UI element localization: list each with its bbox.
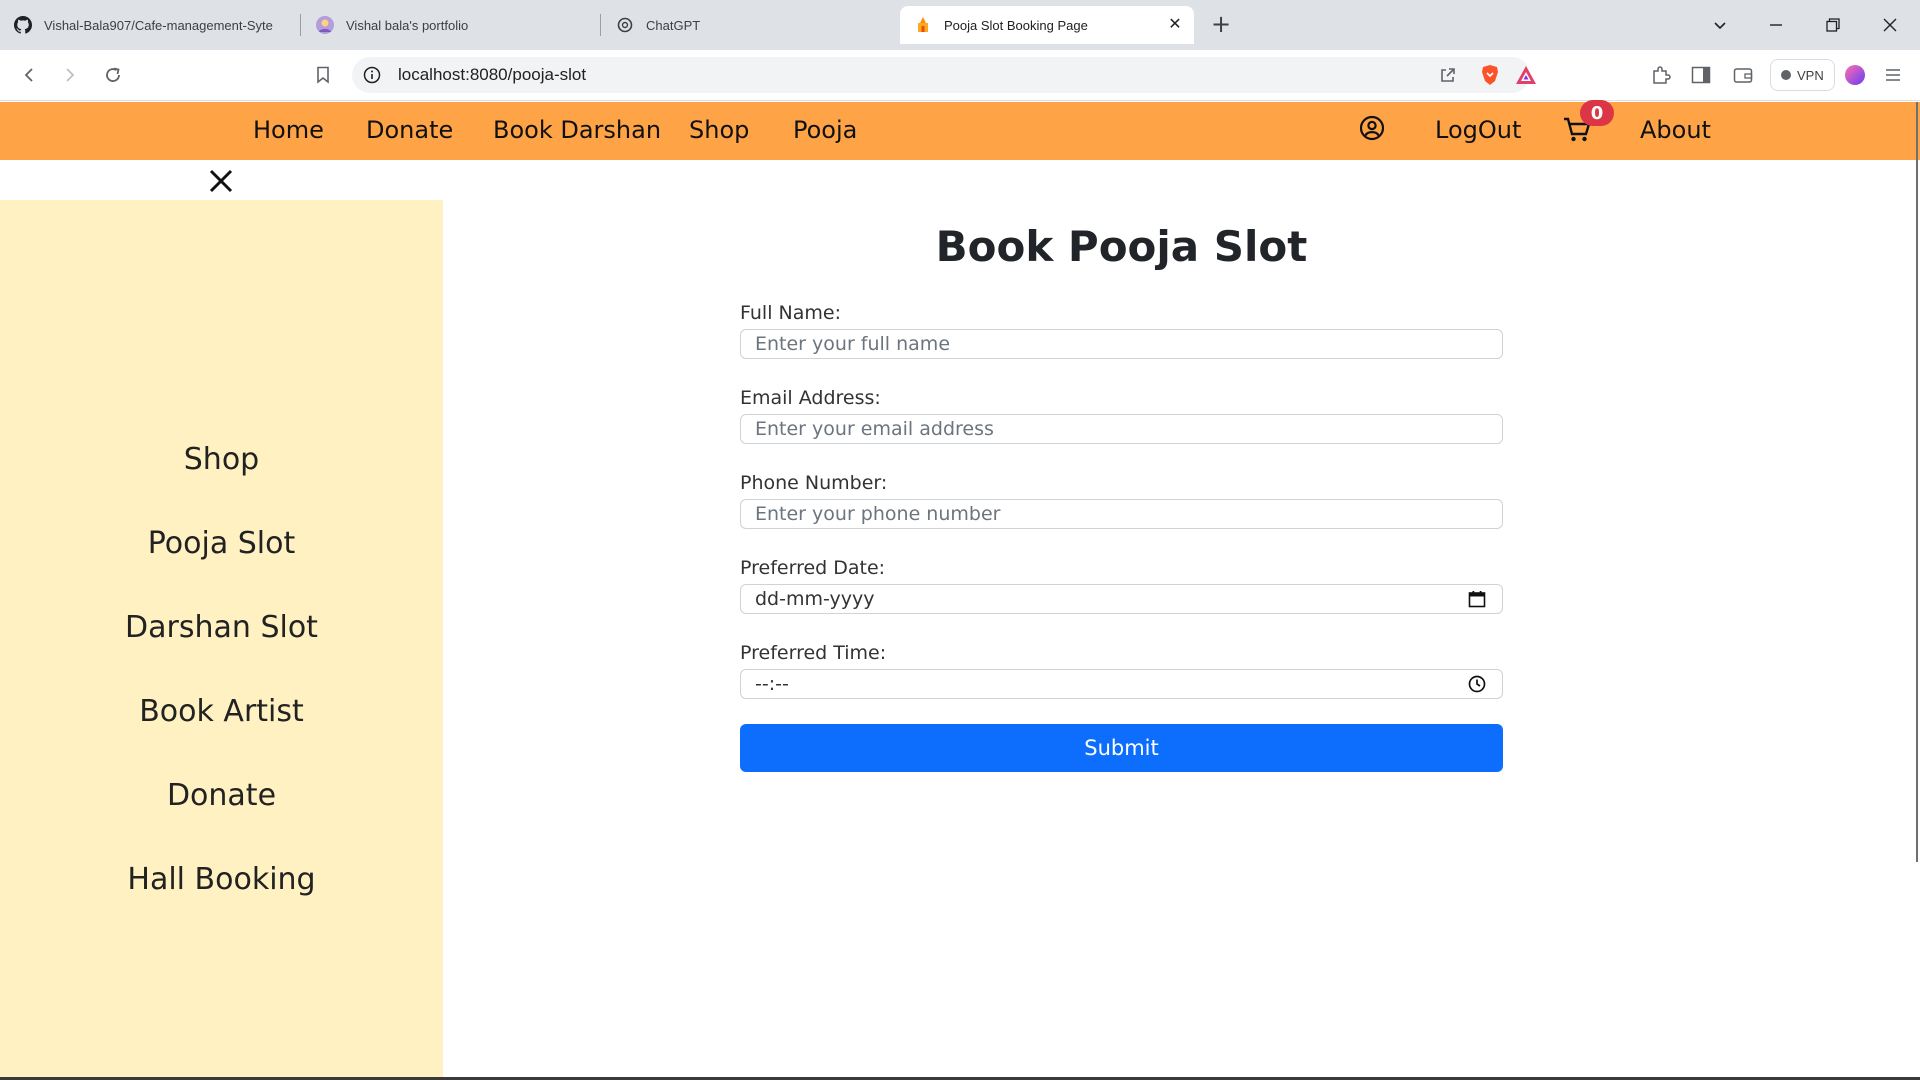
new-tab-button[interactable]: + (1208, 12, 1234, 38)
nav-home[interactable]: Home (253, 116, 324, 144)
address-bar[interactable]: localhost:8080/pooja-slot (352, 57, 1536, 93)
tab-title: Vishal-Bala907/Cafe-management-Syte (44, 17, 273, 33)
site-navbar: Home Donate Book Darshan Shop Pooja LogO… (0, 102, 1920, 160)
sidebar-item-donate[interactable]: Donate (0, 778, 443, 813)
close-window-icon[interactable] (1870, 10, 1910, 40)
tab-divider (600, 14, 601, 36)
leo-ai-icon[interactable] (1840, 60, 1870, 90)
nav-logout[interactable]: LogOut (1435, 116, 1521, 144)
full-name-label: Full Name: (740, 302, 841, 324)
phone-label: Phone Number: (740, 472, 888, 494)
site-info-icon[interactable] (362, 65, 382, 85)
vpn-label: VPN (1797, 67, 1824, 83)
avatar-icon (316, 16, 334, 34)
sidebar-item-darshan-slot[interactable]: Darshan Slot (0, 610, 443, 645)
page-edge-divider (1916, 102, 1918, 862)
brave-rewards-icon[interactable] (1514, 63, 1538, 87)
close-sidebar-icon[interactable] (205, 165, 237, 197)
preferred-date-label: Preferred Date: (740, 557, 886, 579)
chatgpt-icon (616, 16, 634, 34)
tab-divider (300, 14, 301, 36)
forward-icon[interactable] (55, 60, 85, 90)
browser-tab-strip: Vishal-Bala907/Cafe-management-Syte Vish… (0, 0, 1920, 50)
full-name-input[interactable] (740, 329, 1503, 359)
reload-icon[interactable] (98, 60, 128, 90)
tab-portfolio[interactable]: Vishal bala's portfolio (302, 6, 598, 44)
menu-icon[interactable] (1878, 60, 1908, 90)
vpn-button[interactable]: VPN (1770, 59, 1835, 91)
minimize-icon[interactable] (1756, 10, 1796, 40)
github-icon (14, 16, 32, 34)
sidebar-item-pooja-slot[interactable]: Pooja Slot (0, 526, 443, 561)
tab-search-chevron-icon[interactable] (1700, 10, 1740, 40)
nav-pooja[interactable]: Pooja (793, 116, 857, 144)
tab-github[interactable]: Vishal-Bala907/Cafe-management-Syte (0, 6, 298, 44)
submit-button[interactable]: Submit (740, 724, 1503, 772)
url-text: localhost:8080/pooja-slot (398, 65, 587, 84)
preferred-time-label: Preferred Time: (740, 642, 887, 664)
nav-about[interactable]: About (1640, 116, 1711, 144)
sidebar-item-shop[interactable]: Shop (0, 442, 443, 477)
sidebar-toggle-icon[interactable] (1686, 60, 1716, 90)
vpn-status-dot (1781, 70, 1791, 80)
close-tab-icon[interactable]: ✕ (1166, 16, 1184, 34)
nav-shop[interactable]: Shop (689, 116, 749, 144)
phone-input[interactable] (740, 499, 1503, 529)
extensions-icon[interactable] (1646, 60, 1676, 90)
bookmark-icon[interactable] (308, 60, 338, 90)
email-input[interactable] (740, 414, 1503, 444)
preferred-date-input[interactable]: dd-mm-yyyy (740, 584, 1503, 614)
user-profile-icon[interactable] (1358, 114, 1386, 142)
preferred-time-input[interactable]: --:-- (740, 669, 1503, 699)
sidebar: Shop Pooja Slot Darshan Slot Book Artist… (0, 200, 443, 1078)
temple-icon (914, 16, 932, 34)
share-icon[interactable] (1436, 63, 1460, 87)
clock-icon[interactable] (1466, 673, 1488, 695)
brave-shields-icon[interactable] (1478, 63, 1502, 87)
tab-chatgpt[interactable]: ChatGPT (602, 6, 898, 44)
cart-count-badge: 0 (1580, 100, 1614, 126)
tab-title: ChatGPT (646, 17, 701, 33)
tab-title: Vishal bala's portfolio (346, 17, 469, 33)
sidebar-item-book-artist[interactable]: Book Artist (0, 694, 443, 729)
restore-icon[interactable] (1813, 10, 1853, 40)
browser-toolbar: localhost:8080/pooja-slot VPN (0, 50, 1920, 101)
date-value: dd-mm-yyyy (755, 588, 875, 610)
calendar-icon[interactable] (1466, 588, 1488, 610)
time-value: --:-- (755, 673, 789, 695)
nav-donate[interactable]: Donate (366, 116, 453, 144)
sidebar-item-hall-booking[interactable]: Hall Booking (0, 862, 443, 897)
back-icon[interactable] (14, 60, 44, 90)
wallet-icon[interactable] (1728, 60, 1758, 90)
tab-title: Pooja Slot Booking Page (944, 17, 1088, 33)
tab-pooja-slot[interactable]: Pooja Slot Booking Page ✕ (900, 6, 1194, 44)
page-title: Book Pooja Slot (935, 222, 1308, 271)
email-label: Email Address: (740, 387, 881, 409)
nav-book-darshan[interactable]: Book Darshan (493, 116, 661, 144)
